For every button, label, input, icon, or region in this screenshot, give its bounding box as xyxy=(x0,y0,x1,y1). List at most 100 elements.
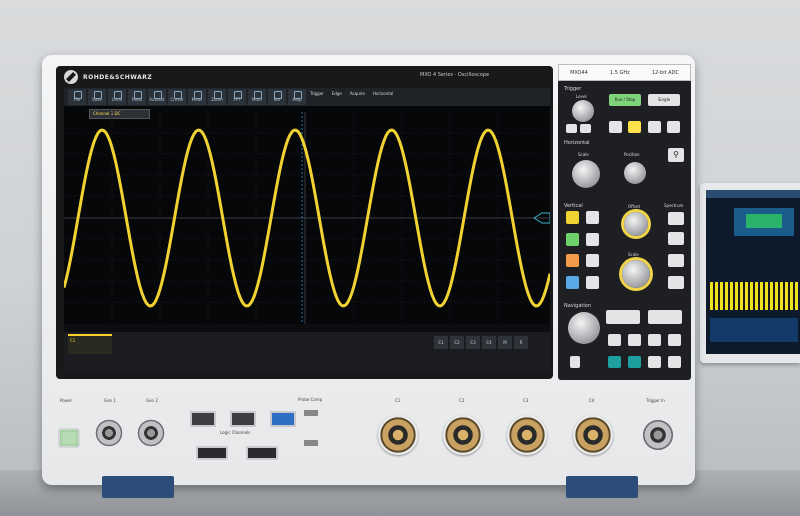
time-axis xyxy=(64,324,550,332)
math-button[interactable] xyxy=(668,254,684,267)
info-edge[interactable]: Edge xyxy=(332,91,342,96)
spectrum-menu-button[interactable] xyxy=(668,232,684,245)
trigger-auto-button[interactable] xyxy=(609,121,622,133)
logic-connector-1[interactable] xyxy=(196,446,228,460)
info-trigger[interactable]: Trigger xyxy=(310,91,324,96)
ch3-button[interactable] xyxy=(566,254,579,267)
toolbar-fft-button[interactable]: FFT xyxy=(228,89,246,105)
horizontal-section-title: Horizontal xyxy=(564,140,590,146)
toolbar-save-button[interactable]: Save xyxy=(88,89,106,105)
softkey-c1[interactable]: C1 xyxy=(434,336,448,349)
toolbar-help-button[interactable]: Help xyxy=(288,89,306,105)
cursor-button[interactable] xyxy=(606,310,640,324)
info-horizontal[interactable]: Horizontal xyxy=(373,91,393,96)
ground-terminal[interactable] xyxy=(304,440,318,446)
trigger-menu-button[interactable] xyxy=(648,121,661,133)
channel-softkeys: C1 C2 C3 C4 M R xyxy=(434,336,528,349)
trigger-in-connector[interactable] xyxy=(641,418,675,452)
lock-button[interactable] xyxy=(570,356,580,368)
toolbar: File Save Undo Redo Autoset Cursor Meas … xyxy=(64,88,550,106)
gen1-connector[interactable] xyxy=(94,418,124,448)
toolbar-autoset-button[interactable]: Autoset xyxy=(148,89,166,105)
softkey-c2[interactable]: C2 xyxy=(450,336,464,349)
ch4-menu-button[interactable] xyxy=(586,276,599,289)
probe-comp-terminal[interactable] xyxy=(304,410,318,416)
ch2-button[interactable] xyxy=(566,233,579,246)
ch3-input-connector[interactable] xyxy=(507,415,547,455)
right-foot xyxy=(566,476,638,498)
toolbar-zoom-button[interactable]: Zoom xyxy=(208,89,226,105)
navigation-knob[interactable] xyxy=(568,312,600,344)
gen2-label: Gen 2 xyxy=(146,398,158,403)
spectrum-button[interactable] xyxy=(668,212,684,225)
brand: ROHDE&SCHWARZ xyxy=(64,68,152,86)
vertical-offset-knob[interactable] xyxy=(624,212,648,236)
usb-port-3[interactable] xyxy=(270,411,296,427)
trigger-mode-button[interactable] xyxy=(667,121,680,133)
trigger-force-button[interactable] xyxy=(566,124,577,133)
horizontal-scale-knob[interactable] xyxy=(572,160,600,188)
sample-rate: 1.5 GHz xyxy=(609,69,630,76)
ch4-button[interactable] xyxy=(566,276,579,289)
probe-comp-label: Probe Comp xyxy=(298,397,323,402)
brand-name: ROHDE&SCHWARZ xyxy=(83,73,153,81)
gen1-label: Gen 1 xyxy=(104,398,116,403)
save-button[interactable] xyxy=(608,334,621,346)
setup-button[interactable] xyxy=(648,334,661,346)
horizontal-position-knob[interactable] xyxy=(624,162,646,184)
magnifier-icon: ⚲ xyxy=(673,150,679,159)
left-foot xyxy=(102,476,174,498)
toolbar-redo-button[interactable]: Redo xyxy=(128,89,146,105)
trigger-setup-button[interactable] xyxy=(580,124,591,133)
horizontal-position-label: Position xyxy=(624,152,640,157)
toolbar-undo-button[interactable]: Undo xyxy=(108,89,126,105)
ch4-input-connector[interactable] xyxy=(573,415,613,455)
autoset-button[interactable] xyxy=(628,356,641,368)
toolbar-math-button[interactable]: Math xyxy=(248,89,266,105)
ch4-input-label: C4 xyxy=(589,398,595,403)
apps-button[interactable] xyxy=(668,334,681,346)
usb-port-2[interactable] xyxy=(230,411,256,427)
softkey-math[interactable]: M xyxy=(498,336,512,349)
trigger-normal-button[interactable] xyxy=(628,121,641,133)
softkey-c3[interactable]: C3 xyxy=(466,336,480,349)
horizontal-scale-label: Scale xyxy=(578,152,589,157)
status-info: Trigger Edge Acquire Horizontal xyxy=(310,91,393,96)
softkey-ref[interactable]: R xyxy=(514,336,528,349)
info-acquire[interactable]: Acquire xyxy=(350,91,365,96)
ch3-menu-button[interactable] xyxy=(586,254,599,267)
gen2-connector[interactable] xyxy=(136,418,166,448)
ch1-input-connector[interactable] xyxy=(378,415,418,455)
zoom-button[interactable]: ⚲ xyxy=(668,148,684,162)
ch2-menu-button[interactable] xyxy=(586,233,599,246)
toolbar-ref-button[interactable]: Ref xyxy=(268,89,286,105)
toolbar-cursor-button[interactable]: Cursor xyxy=(168,89,186,105)
run-stop-button[interactable]: Run / Stop xyxy=(609,94,641,106)
ref-button[interactable] xyxy=(668,276,684,289)
acquire-button[interactable] xyxy=(608,356,621,368)
ch1-button[interactable] xyxy=(566,211,579,224)
trigger-section-title: Trigger xyxy=(564,86,582,92)
measure-button[interactable] xyxy=(648,310,682,324)
toolbar-file-button[interactable]: File xyxy=(68,89,86,105)
ch1-info-tab[interactable]: C1 xyxy=(68,334,112,354)
trigger-in-label: Trigger In xyxy=(646,398,665,403)
menu-button[interactable] xyxy=(668,356,681,368)
trigger-level-knob[interactable] xyxy=(572,100,594,122)
print-button[interactable] xyxy=(628,334,641,346)
toolbar-meas-button[interactable]: Meas xyxy=(188,89,206,105)
power-button[interactable] xyxy=(58,428,80,448)
trigger-level-label: Level xyxy=(576,94,587,99)
waveform-display xyxy=(64,112,550,324)
logic-connector-2[interactable] xyxy=(246,446,278,460)
ch2-input-connector[interactable] xyxy=(443,415,483,455)
default-button[interactable] xyxy=(648,356,661,368)
navigation-section-title: Navigation xyxy=(564,303,591,309)
softkey-c4[interactable]: C4 xyxy=(482,336,496,349)
usb-port-1[interactable] xyxy=(190,411,216,427)
spectrum-label: Spectrum xyxy=(664,203,684,208)
power-label: Power xyxy=(60,398,73,403)
vertical-scale-knob[interactable] xyxy=(622,260,650,288)
ch1-menu-button[interactable] xyxy=(586,211,599,224)
single-button[interactable]: Single xyxy=(648,94,680,106)
